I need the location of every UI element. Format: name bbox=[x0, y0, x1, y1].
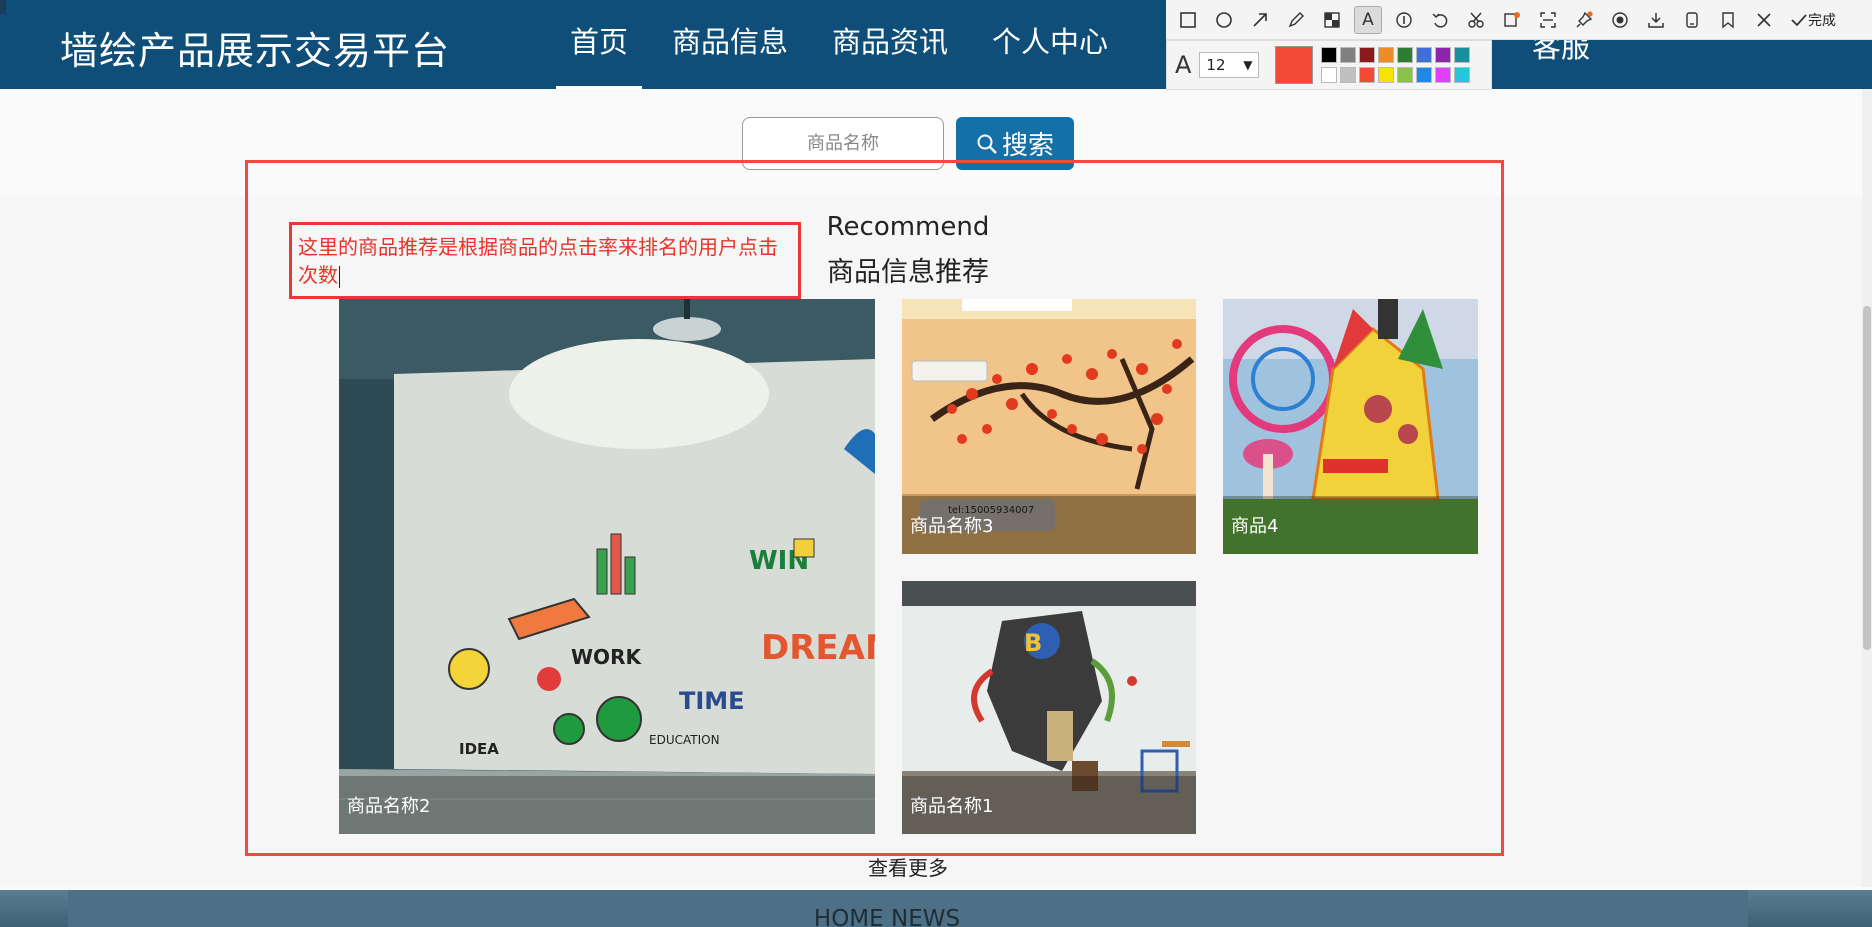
arrow-tool-icon[interactable] bbox=[1246, 6, 1274, 34]
close-tool-icon[interactable] bbox=[1750, 6, 1778, 34]
text-tool-icon[interactable]: A bbox=[1354, 5, 1382, 34]
record-tool-icon[interactable] bbox=[1606, 6, 1634, 34]
font-size-value: 12 bbox=[1206, 56, 1226, 74]
caret-down-icon: ▼ bbox=[1243, 58, 1253, 72]
color-swatch[interactable] bbox=[1359, 47, 1376, 63]
ocr-tool-icon[interactable] bbox=[1498, 6, 1526, 34]
color-swatch[interactable] bbox=[1321, 47, 1338, 63]
check-icon bbox=[1791, 13, 1807, 26]
pen-tool-icon[interactable] bbox=[1282, 6, 1310, 34]
save-tool-icon[interactable] bbox=[1714, 6, 1742, 34]
color-swatch[interactable] bbox=[1378, 67, 1395, 83]
rectangle-tool-icon[interactable] bbox=[1174, 6, 1202, 34]
cut-tool-icon[interactable] bbox=[1462, 6, 1490, 34]
ellipse-tool-icon[interactable] bbox=[1210, 6, 1238, 34]
nav-profile[interactable]: 个人中心 bbox=[978, 0, 1122, 89]
color-swatch[interactable] bbox=[1359, 67, 1376, 83]
long-screenshot-tool-icon[interactable] bbox=[1678, 6, 1706, 34]
color-swatch[interactable] bbox=[1340, 47, 1357, 63]
scrollbar-thumb[interactable] bbox=[1863, 306, 1871, 650]
color-swatch[interactable] bbox=[1378, 47, 1395, 63]
site-title: 墙绘产品展示交易平台 bbox=[60, 29, 451, 73]
number-tool-icon[interactable] bbox=[1390, 6, 1418, 34]
color-swatch[interactable] bbox=[1416, 47, 1433, 63]
color-swatch[interactable] bbox=[1416, 67, 1433, 83]
download-tool-icon[interactable] bbox=[1642, 6, 1670, 34]
color-swatch[interactable] bbox=[1397, 47, 1414, 63]
font-icon: A bbox=[1175, 51, 1192, 79]
mosaic-tool-icon[interactable] bbox=[1318, 6, 1346, 34]
undo-tool-icon[interactable] bbox=[1426, 6, 1454, 34]
search-icon bbox=[977, 134, 997, 154]
text-tool-glyph: A bbox=[1362, 9, 1374, 30]
page: 墙绘产品展示交易平台 首页 商品信息 商品资讯 个人中心 客服 A 完成 A 1… bbox=[0, 0, 1872, 927]
color-swatch[interactable] bbox=[1454, 67, 1471, 83]
color-swatch[interactable] bbox=[1321, 67, 1338, 83]
search-button-label: 搜索 bbox=[1001, 131, 1054, 161]
color-palette bbox=[1321, 47, 1471, 83]
current-color-swatch[interactable] bbox=[1275, 46, 1314, 84]
scan-tool-icon[interactable] bbox=[1534, 6, 1562, 34]
color-swatch[interactable] bbox=[1435, 47, 1452, 63]
news-title: HOME NEWS bbox=[813, 906, 961, 927]
color-swatch[interactable] bbox=[1454, 47, 1471, 63]
pin-tool-icon[interactable] bbox=[1570, 6, 1598, 34]
corner-mark bbox=[0, 0, 6, 14]
done-label: 完成 bbox=[1808, 12, 1836, 29]
font-size-select[interactable]: 12 ▼ bbox=[1199, 52, 1260, 78]
text-cursor bbox=[339, 265, 340, 288]
screenshot-toolbar: A 完成 bbox=[1166, 0, 1872, 40]
text-style-panel: A 12 ▼ bbox=[1166, 40, 1492, 90]
color-swatch[interactable] bbox=[1435, 67, 1452, 83]
done-button[interactable]: 完成 bbox=[1790, 10, 1836, 30]
color-swatch[interactable] bbox=[1397, 67, 1414, 83]
main-nav: 首页 商品信息 商品资讯 个人中心 bbox=[556, 0, 1138, 89]
nav-news[interactable]: 商品资讯 bbox=[818, 0, 962, 89]
annotation-note-text: 这里的商品推荐是根据商品的点击率来排名的用户点击次数 bbox=[298, 235, 778, 287]
view-more-link[interactable]: 查看更多 bbox=[0, 852, 1816, 881]
annotation-note: 这里的商品推荐是根据商品的点击率来排名的用户点击次数 bbox=[298, 233, 788, 289]
color-swatch[interactable] bbox=[1340, 67, 1357, 83]
nav-products[interactable]: 商品信息 bbox=[658, 0, 802, 89]
nav-home[interactable]: 首页 bbox=[556, 0, 643, 89]
